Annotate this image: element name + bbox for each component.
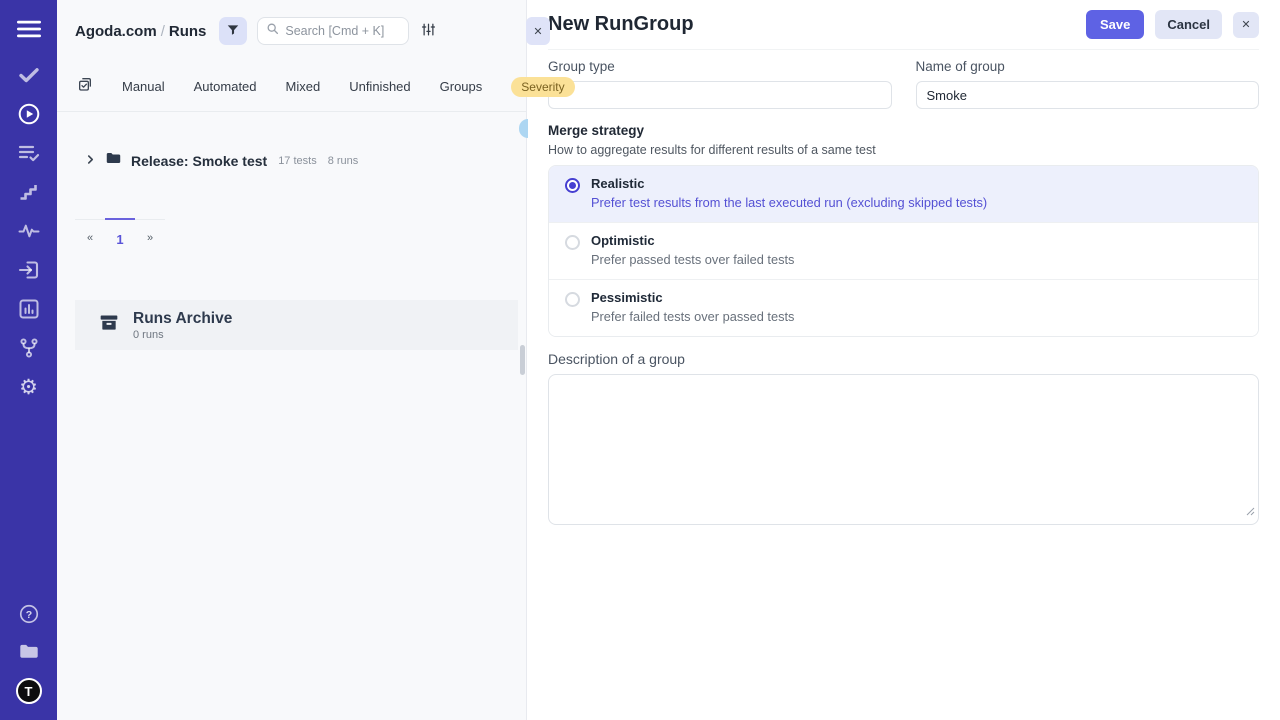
hidden-badge-partial [519,119,528,138]
view-settings-button[interactable] [421,22,436,40]
search-box[interactable] [257,17,409,45]
svg-text:?: ? [25,609,31,621]
tab-automated[interactable]: Automated [194,79,257,94]
sidebar-nav: ⚙ [17,63,41,399]
runs-archive-row[interactable]: Runs Archive 0 runs [75,300,518,350]
group-type-input[interactable] [548,81,892,109]
description-label: Description of a group [548,351,1259,367]
panel-close-button[interactable]: ✕ [526,17,550,45]
option-realistic-description: Prefer test results from the last execut… [591,195,987,210]
breadcrumb-page: Runs [169,23,207,40]
group-name-label: Name of group [916,59,1260,74]
radio-optimistic[interactable] [565,235,580,250]
pagination-next[interactable]: » [135,220,165,254]
archive-title: Runs Archive [133,310,232,327]
option-pessimistic-description: Prefer failed tests over passed tests [591,309,794,324]
tests-check-icon[interactable] [17,63,41,87]
form-row: Group type Name of group [548,59,1259,109]
run-group-row[interactable]: Release: Smoke test 17 tests 8 runs [85,150,526,172]
tab-unfinished[interactable]: Unfinished [349,79,410,94]
drawer-title: New RunGroup [548,13,694,36]
milestones-steps-icon[interactable] [17,180,41,204]
tab-manual[interactable]: Manual [122,79,165,94]
analytics-bar-chart-icon[interactable] [17,297,41,321]
archive-box-icon [99,313,119,338]
search-icon [266,22,279,40]
run-group-tests-count: 17 tests [278,155,317,167]
radio-realistic[interactable] [565,178,580,193]
merge-strategy-options: Realistic Prefer test results from the l… [548,165,1259,337]
option-optimistic-description: Prefer passed tests over failed tests [591,252,794,267]
chevron-right-icon[interactable] [85,152,96,170]
option-optimistic-title: Optimistic [591,233,794,249]
run-group-runs-count: 8 runs [328,155,359,167]
group-type-label: Group type [548,59,892,74]
import-icon[interactable] [17,258,41,282]
tab-mixed[interactable]: Mixed [286,79,321,94]
plans-list-check-icon[interactable] [17,141,41,165]
breadcrumb-separator: / [157,23,169,40]
sidebar: ⚙ ? T [0,0,57,720]
new-rungroup-drawer: New RunGroup Save Cancel ✕ Group type Na… [527,0,1280,720]
drawer-actions: Save Cancel ✕ [1086,10,1259,39]
run-group-label[interactable]: Release: Smoke test [131,153,267,169]
folder-icon [105,150,122,172]
option-realistic[interactable]: Realistic Prefer test results from the l… [549,166,1258,222]
help-icon[interactable]: ? [17,602,41,626]
select-all-icon[interactable] [77,76,93,97]
cancel-button[interactable]: Cancel [1155,10,1222,39]
merge-strategy-label: Merge strategy [548,123,1259,138]
radio-pessimistic[interactable] [565,292,580,307]
pagination-page-1[interactable]: 1 [105,220,135,254]
option-pessimistic-title: Pessimistic [591,290,794,306]
scrollbar-thumb[interactable] [520,345,525,375]
filter-button[interactable] [219,17,247,45]
group-name-input[interactable] [916,81,1260,109]
option-pessimistic[interactable]: Pessimistic Prefer failed tests over pas… [549,279,1258,336]
pagination: « 1 » [75,219,165,254]
funnel-icon [226,23,240,40]
option-realistic-title: Realistic [591,176,987,192]
projects-folder-icon[interactable] [17,640,41,664]
drawer-close-button[interactable]: ✕ [1233,12,1259,38]
user-avatar[interactable]: T [16,678,42,704]
runs-topbar: Agoda.com/Runs [57,0,526,45]
branch-icon[interactable] [17,336,41,360]
menu-icon[interactable] [17,17,41,41]
runs-play-circle-icon[interactable] [17,102,41,126]
sidebar-bottom: ? T [16,602,42,704]
archive-count: 0 runs [133,329,232,341]
tab-groups[interactable]: Groups [440,79,483,94]
runs-panel: Agoda.com/Runs Manual Automated Mixed Un… [57,0,527,720]
drawer-header: New RunGroup Save Cancel ✕ [548,0,1259,50]
severity-badge[interactable]: Severity [511,77,574,97]
breadcrumb-project[interactable]: Agoda.com [75,23,157,40]
merge-strategy-hint: How to aggregate results for different r… [548,143,1259,157]
runs-filter-tabs: Manual Automated Mixed Unfinished Groups… [57,45,526,112]
search-input[interactable] [285,24,395,38]
settings-gear-icon[interactable]: ⚙ [17,375,41,399]
pagination-prev[interactable]: « [75,220,105,254]
breadcrumb: Agoda.com/Runs [75,23,206,40]
sliders-icon [421,22,436,40]
description-textarea[interactable] [548,374,1259,525]
save-button[interactable]: Save [1086,10,1144,39]
option-optimistic[interactable]: Optimistic Prefer passed tests over fail… [549,222,1258,279]
pulse-activity-icon[interactable] [17,219,41,243]
